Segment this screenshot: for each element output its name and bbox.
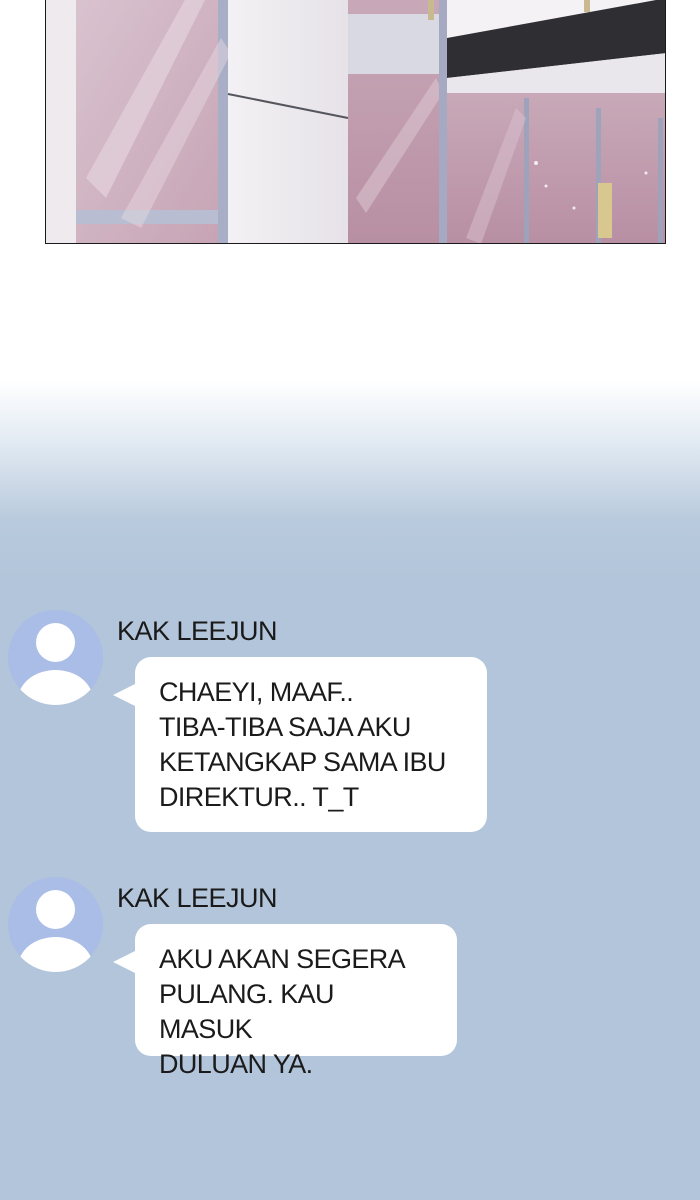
comic-panel-building-interior [45, 0, 666, 244]
bubble-tail [113, 950, 137, 974]
sender-name: KAK LEEJUN [117, 883, 278, 913]
message-bubble: CHAEYI, MAAF.. TIBA-TIBA SAJA AKU KETANG… [113, 657, 487, 832]
message-bubble: AKU AKAN SEGERA PULANG. KAU MASUK DULUAN… [113, 924, 457, 1079]
message-text: AKU AKAN SEGERA PULANG. KAU MASUK DULUAN… [159, 944, 406, 1079]
user-avatar-icon [8, 610, 103, 705]
sender-name: KAK LEEJUN [117, 616, 278, 646]
message-text: CHAEYI, MAAF.. TIBA-TIBA SAJA AKU KETANG… [159, 677, 446, 812]
bubble-tail [113, 683, 137, 707]
user-avatar-icon [8, 877, 103, 972]
building-interior-illustration [46, 0, 665, 243]
